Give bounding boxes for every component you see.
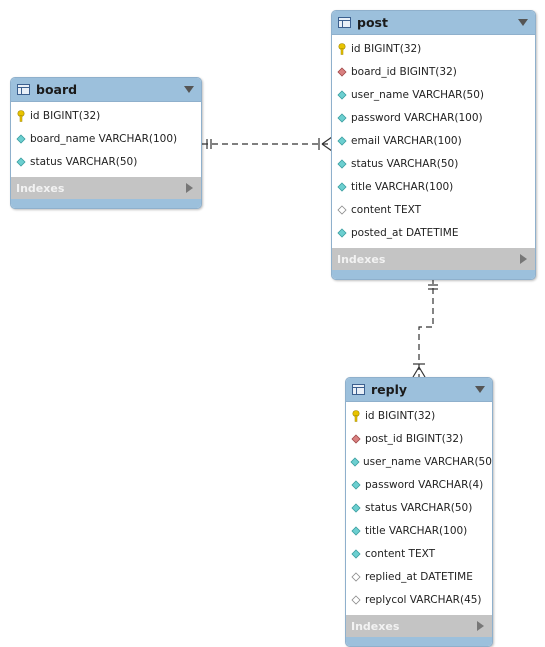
entity-reply[interactable]: reply id BIGINT(32) post_id BIGINT(32) use… [345, 377, 493, 647]
column-row[interactable]: email VARCHAR(100) [332, 129, 535, 152]
column-diamond-icon [336, 89, 348, 101]
column-list: id BIGINT(32) board_id BIGINT(32) user_nam… [332, 35, 535, 248]
entity-footer [11, 199, 201, 208]
foreign-key-diamond-icon [336, 66, 348, 78]
expand-arrow-icon[interactable] [477, 621, 484, 631]
column-row[interactable]: post_id BIGINT(32) [346, 427, 492, 450]
entity-footer [346, 637, 492, 646]
nullable-column-diamond-icon [350, 594, 362, 606]
column-row[interactable]: board_name VARCHAR(100) [11, 127, 201, 150]
column-row[interactable]: content TEXT [332, 198, 535, 221]
column-label: user_name VARCHAR(50) [363, 455, 493, 468]
column-label: post_id BIGINT(32) [365, 432, 464, 445]
column-row[interactable]: status VARCHAR(50) [346, 496, 492, 519]
entity-header[interactable]: board [11, 78, 201, 102]
indexes-label: Indexes [337, 252, 386, 266]
relationship-post-reply[interactable] [412, 278, 438, 378]
column-label: title VARCHAR(100) [365, 524, 468, 537]
table-icon [338, 17, 351, 28]
column-label: status VARCHAR(50) [351, 157, 459, 170]
column-label: status VARCHAR(50) [365, 501, 473, 514]
column-list: id BIGINT(32) board_name VARCHAR(100) stat… [11, 102, 201, 177]
column-label: id BIGINT(32) [30, 109, 101, 122]
column-diamond-icon [336, 112, 348, 124]
indexes-section[interactable]: Indexes [11, 177, 201, 199]
column-label: status VARCHAR(50) [30, 155, 138, 168]
foreign-key-diamond-icon [350, 433, 362, 445]
column-label: board_id BIGINT(32) [351, 65, 457, 78]
entity-title: reply [371, 382, 408, 397]
column-row[interactable]: user_name VARCHAR(50) [332, 83, 535, 106]
column-row[interactable]: content TEXT [346, 542, 492, 565]
key-icon [336, 42, 348, 55]
column-diamond-icon [350, 479, 362, 491]
column-label: title VARCHAR(100) [351, 180, 454, 193]
column-row[interactable]: password VARCHAR(4) [346, 473, 492, 496]
column-row[interactable]: title VARCHAR(100) [346, 519, 492, 542]
expand-arrow-icon[interactable] [520, 254, 527, 264]
column-label: password VARCHAR(100) [351, 111, 483, 124]
column-row[interactable]: replied_at DATETIME [346, 565, 492, 588]
column-label: posted_at DATETIME [351, 226, 459, 239]
entity-post[interactable]: post id BIGINT(32) board_id BIGINT(32) use… [331, 10, 536, 280]
column-label: board_name VARCHAR(100) [30, 132, 178, 145]
column-label: replied_at DATETIME [365, 570, 473, 583]
collapse-arrow-icon[interactable] [518, 19, 528, 26]
table-icon [17, 84, 30, 95]
collapse-arrow-icon[interactable] [475, 386, 485, 393]
column-diamond-icon [350, 502, 362, 514]
column-list: id BIGINT(32) post_id BIGINT(32) user_name… [346, 402, 492, 615]
indexes-label: Indexes [16, 181, 65, 195]
column-row[interactable]: title VARCHAR(100) [332, 175, 535, 198]
entity-footer [332, 270, 535, 279]
entity-title: board [36, 82, 78, 97]
column-row[interactable]: status VARCHAR(50) [11, 150, 201, 173]
indexes-section[interactable]: Indexes [332, 248, 535, 270]
table-icon [352, 384, 365, 395]
column-row[interactable]: replycol VARCHAR(45) [346, 588, 492, 611]
entity-title: post [357, 15, 388, 30]
column-diamond-icon [336, 181, 348, 193]
column-label: user_name VARCHAR(50) [351, 88, 484, 101]
entity-board[interactable]: board id BIGINT(32) board_name VARCHAR(10… [10, 77, 202, 209]
column-label: content TEXT [365, 547, 436, 560]
column-diamond-icon [350, 456, 360, 468]
key-icon [15, 109, 27, 122]
column-row[interactable]: status VARCHAR(50) [332, 152, 535, 175]
column-row[interactable]: user_name VARCHAR(50) [346, 450, 492, 473]
expand-arrow-icon[interactable] [186, 183, 193, 193]
column-diamond-icon [336, 135, 348, 147]
column-label: email VARCHAR(100) [351, 134, 462, 147]
column-label: content TEXT [351, 203, 422, 216]
collapse-arrow-icon[interactable] [184, 86, 194, 93]
column-diamond-icon [15, 156, 27, 168]
relationship-board-post[interactable] [202, 136, 333, 152]
column-row[interactable]: id BIGINT(32) [332, 37, 535, 60]
column-diamond-icon [15, 133, 27, 145]
column-diamond-icon [350, 525, 362, 537]
column-row[interactable]: posted_at DATETIME [332, 221, 535, 244]
entity-header[interactable]: post [332, 11, 535, 35]
column-diamond-icon [350, 548, 362, 560]
column-row[interactable]: password VARCHAR(100) [332, 106, 535, 129]
column-diamond-icon [336, 227, 348, 239]
key-icon [350, 409, 362, 422]
column-label: id BIGINT(32) [365, 409, 436, 422]
column-label: replycol VARCHAR(45) [365, 593, 482, 606]
indexes-label: Indexes [351, 619, 400, 633]
entity-header[interactable]: reply [346, 378, 492, 402]
column-diamond-icon [336, 158, 348, 170]
column-label: password VARCHAR(4) [365, 478, 484, 491]
column-row[interactable]: id BIGINT(32) [11, 104, 201, 127]
column-label: id BIGINT(32) [351, 42, 422, 55]
column-row[interactable]: board_id BIGINT(32) [332, 60, 535, 83]
nullable-column-diamond-icon [336, 204, 348, 216]
indexes-section[interactable]: Indexes [346, 615, 492, 637]
nullable-column-diamond-icon [350, 571, 362, 583]
column-row[interactable]: id BIGINT(32) [346, 404, 492, 427]
